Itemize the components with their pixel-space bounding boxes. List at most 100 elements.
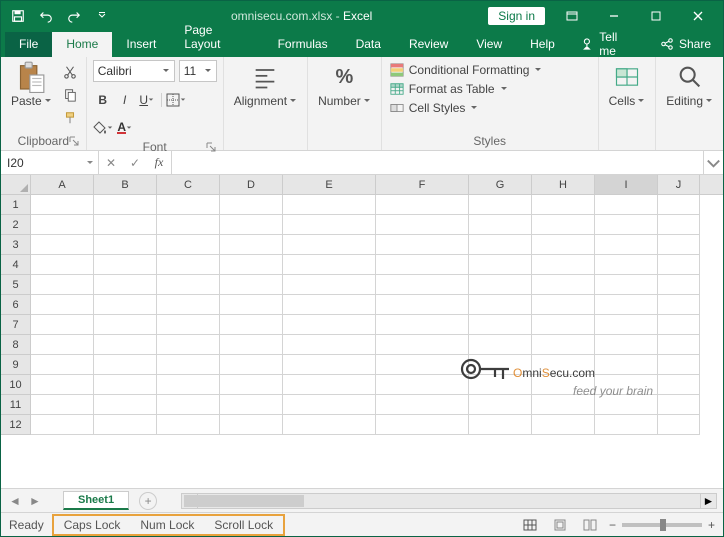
conditional-formatting-button[interactable]: Conditional Formatting [388, 62, 545, 78]
column-header-H[interactable]: H [532, 175, 595, 194]
cell-I7[interactable] [595, 315, 658, 335]
cell-B7[interactable] [94, 315, 157, 335]
cell-C8[interactable] [157, 335, 220, 355]
select-all-corner[interactable] [1, 175, 31, 194]
cell-D8[interactable] [220, 335, 283, 355]
cell-B12[interactable] [94, 415, 157, 435]
cell-I12[interactable] [595, 415, 658, 435]
cell-A11[interactable] [31, 395, 94, 415]
cell-E1[interactable] [283, 195, 376, 215]
cell-A1[interactable] [31, 195, 94, 215]
cell-F11[interactable] [376, 395, 469, 415]
cell-E11[interactable] [283, 395, 376, 415]
cell-I5[interactable] [595, 275, 658, 295]
cell-D5[interactable] [220, 275, 283, 295]
cell-H2[interactable] [532, 215, 595, 235]
sheet-nav-prev-icon[interactable]: ◄ [7, 493, 23, 509]
cell-I6[interactable] [595, 295, 658, 315]
cell-styles-button[interactable]: Cell Styles [388, 100, 545, 116]
cell-J5[interactable] [658, 275, 700, 295]
row-header-5[interactable]: 5 [1, 275, 31, 295]
name-box[interactable]: I20 [1, 151, 99, 174]
cell-B1[interactable] [94, 195, 157, 215]
cell-F8[interactable] [376, 335, 469, 355]
cell-H7[interactable] [532, 315, 595, 335]
borders-button[interactable] [166, 90, 186, 110]
cell-J12[interactable] [658, 415, 700, 435]
cell-J10[interactable] [658, 375, 700, 395]
cell-C2[interactable] [157, 215, 220, 235]
cancel-icon[interactable]: ✕ [99, 156, 123, 170]
tab-view[interactable]: View [462, 32, 516, 57]
cell-D1[interactable] [220, 195, 283, 215]
cut-icon[interactable] [60, 62, 80, 82]
dialog-launcher-icon[interactable] [68, 135, 80, 147]
cell-I9[interactable] [595, 355, 658, 375]
cell-B6[interactable] [94, 295, 157, 315]
cell-J7[interactable] [658, 315, 700, 335]
cell-B5[interactable] [94, 275, 157, 295]
cell-A2[interactable] [31, 215, 94, 235]
cell-F9[interactable] [376, 355, 469, 375]
cell-B8[interactable] [94, 335, 157, 355]
cell-E3[interactable] [283, 235, 376, 255]
cell-H1[interactable] [532, 195, 595, 215]
grid-body[interactable]: 123456789101112 [1, 195, 723, 488]
cell-A8[interactable] [31, 335, 94, 355]
cell-A3[interactable] [31, 235, 94, 255]
cell-F7[interactable] [376, 315, 469, 335]
scroll-right-icon[interactable]: ► [700, 494, 716, 508]
cell-I4[interactable] [595, 255, 658, 275]
underline-button[interactable]: U [137, 90, 157, 110]
row-header-2[interactable]: 2 [1, 215, 31, 235]
italic-button[interactable]: I [115, 90, 135, 110]
cell-F6[interactable] [376, 295, 469, 315]
cell-I11[interactable] [595, 395, 658, 415]
cell-B4[interactable] [94, 255, 157, 275]
row-header-3[interactable]: 3 [1, 235, 31, 255]
cell-A6[interactable] [31, 295, 94, 315]
cell-D4[interactable] [220, 255, 283, 275]
tab-home[interactable]: Home [52, 32, 112, 57]
dialog-launcher-icon[interactable] [205, 141, 217, 153]
sheet-nav-next-icon[interactable]: ► [27, 493, 43, 509]
cell-E8[interactable] [283, 335, 376, 355]
column-header-E[interactable]: E [283, 175, 376, 194]
cell-D2[interactable] [220, 215, 283, 235]
cell-I2[interactable] [595, 215, 658, 235]
cell-F1[interactable] [376, 195, 469, 215]
cell-J1[interactable] [658, 195, 700, 215]
cell-J11[interactable] [658, 395, 700, 415]
tab-insert[interactable]: Insert [112, 32, 170, 57]
cell-A12[interactable] [31, 415, 94, 435]
cell-E2[interactable] [283, 215, 376, 235]
fx-icon[interactable]: fx [147, 155, 171, 170]
cell-J3[interactable] [658, 235, 700, 255]
font-color-button[interactable]: A [115, 118, 135, 138]
font-size-combo[interactable]: 11 [179, 60, 217, 82]
page-layout-view-icon[interactable] [549, 516, 571, 534]
formula-input[interactable] [172, 151, 703, 174]
cell-C5[interactable] [157, 275, 220, 295]
cell-B3[interactable] [94, 235, 157, 255]
cell-D11[interactable] [220, 395, 283, 415]
column-header-G[interactable]: G [469, 175, 532, 194]
cell-C1[interactable] [157, 195, 220, 215]
tab-page-layout[interactable]: Page Layout [170, 18, 263, 57]
cell-B2[interactable] [94, 215, 157, 235]
font-name-combo[interactable]: Calibri [93, 60, 175, 82]
horizontal-scrollbar[interactable]: ◄ ► [181, 493, 717, 509]
cell-B10[interactable] [94, 375, 157, 395]
cell-E10[interactable] [283, 375, 376, 395]
cell-H8[interactable] [532, 335, 595, 355]
cell-F3[interactable] [376, 235, 469, 255]
cell-G3[interactable] [469, 235, 532, 255]
row-header-12[interactable]: 12 [1, 415, 31, 435]
cell-J2[interactable] [658, 215, 700, 235]
cell-J8[interactable] [658, 335, 700, 355]
column-header-F[interactable]: F [376, 175, 469, 194]
cell-D12[interactable] [220, 415, 283, 435]
cell-D10[interactable] [220, 375, 283, 395]
expand-formula-bar-icon[interactable] [703, 151, 723, 174]
cell-C10[interactable] [157, 375, 220, 395]
